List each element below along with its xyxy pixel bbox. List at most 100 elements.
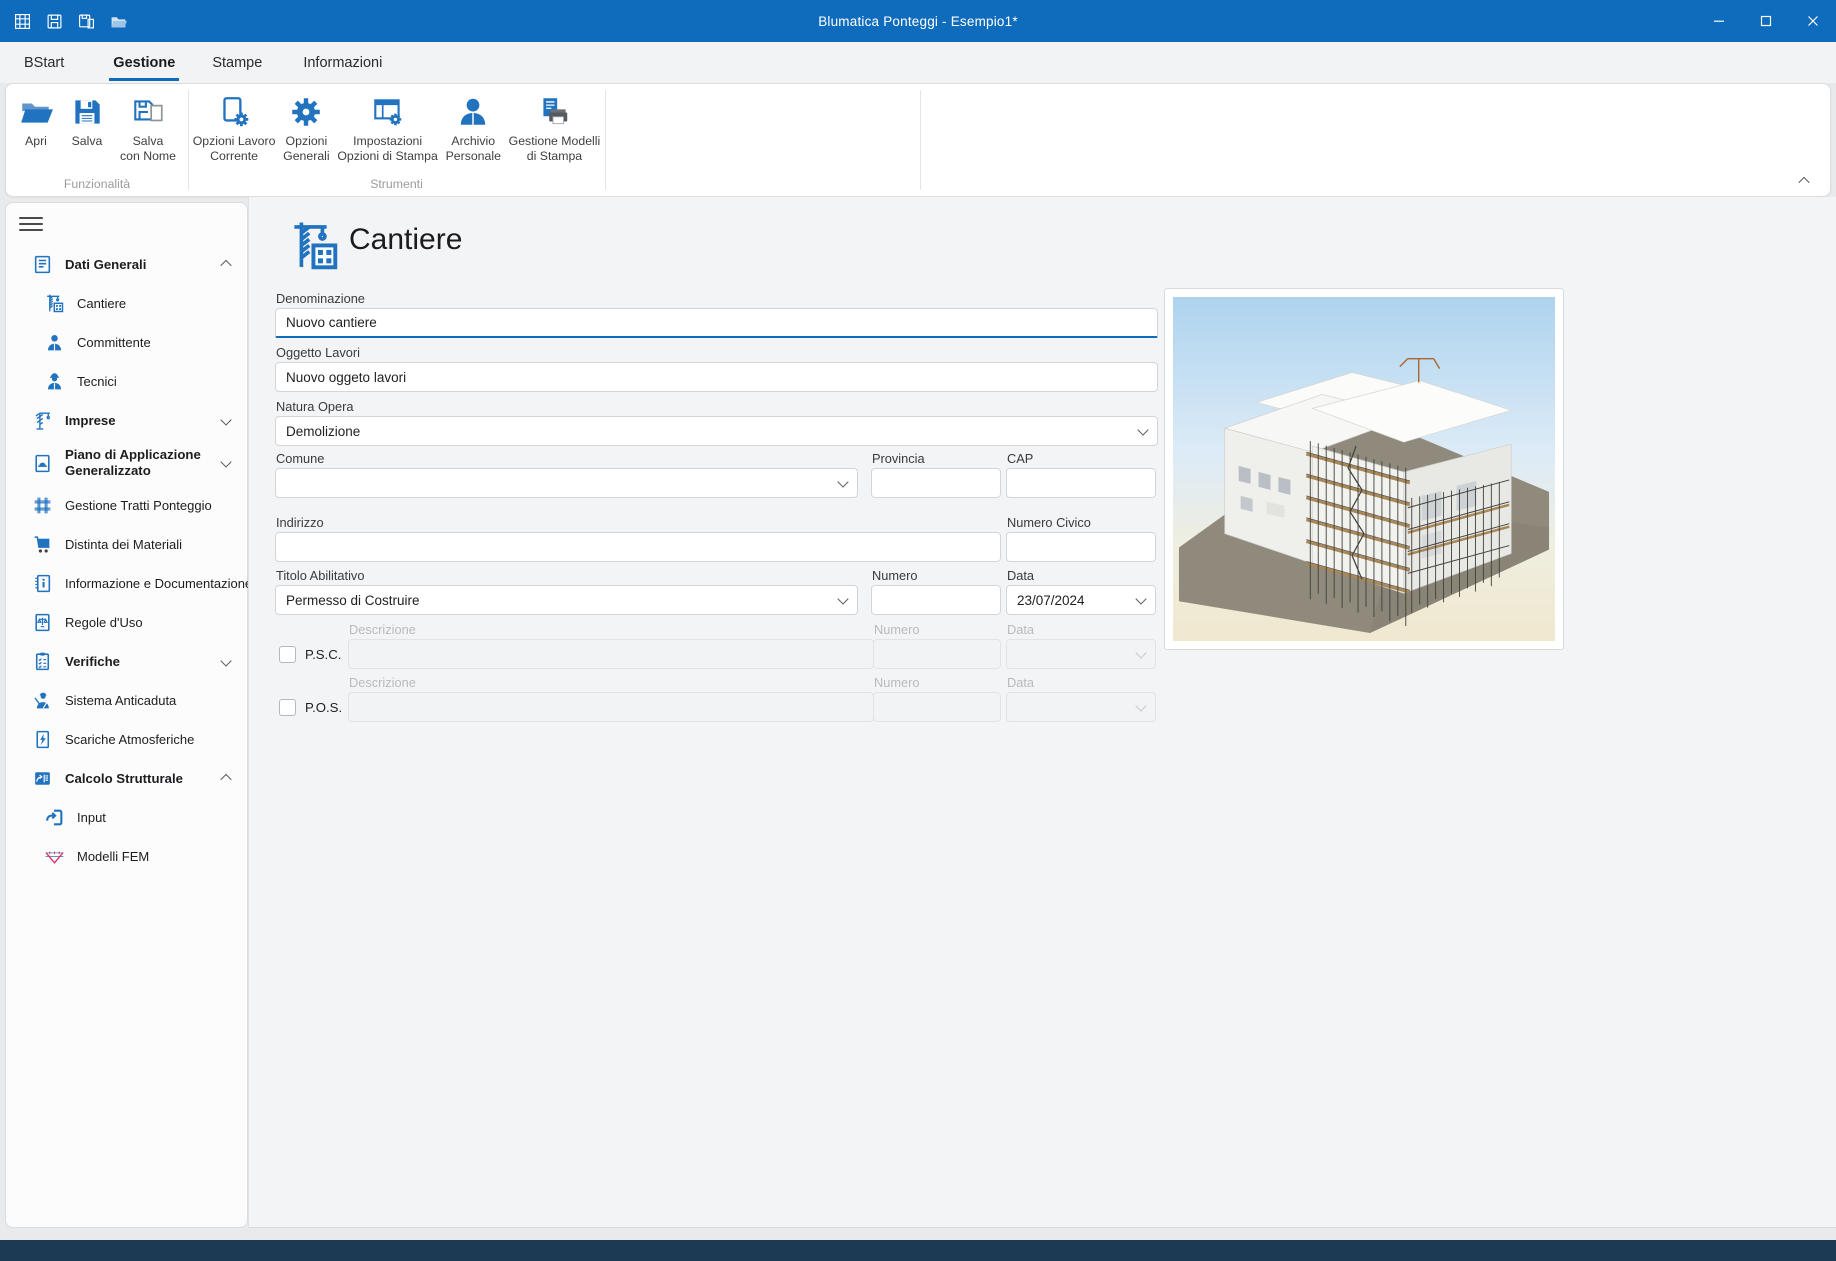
menu-toggle-button[interactable] [19,213,43,235]
comune-field: Comune [275,468,858,498]
comune-select[interactable] [275,468,858,498]
titolo-numero-input[interactable] [871,585,1001,615]
chevron-down-icon [1135,647,1146,658]
sidebar-item-scariche-atmosferiche[interactable]: Scariche Atmosferiche [6,720,247,759]
tab-informazioni[interactable]: Informazioni [301,42,384,83]
chevron-up-icon [220,773,231,784]
titolo-data-select[interactable]: 23/07/2024 [1006,585,1156,615]
tab-stampe[interactable]: Stampe [210,42,264,83]
page-title: Cantiere [349,223,462,257]
ribbon-button-salva-con-nome[interactable]: Salva con Nome [117,92,179,166]
field-label: Data [1007,675,1034,690]
gear-icon [288,94,324,130]
sidebar-item-regole-duso[interactable]: Regole d'Uso [6,603,247,642]
collapse-ribbon-button[interactable] [1794,173,1814,189]
pos-checkbox[interactable] [279,699,296,716]
oggetto-lavori-input[interactable] [275,362,1158,392]
sidebar-item-modelli-fem[interactable]: Modelli FEM [6,837,247,876]
denominazione-input[interactable] [275,308,1158,338]
pos-descrizione-field: Descrizione [348,692,874,722]
tab-gestione[interactable]: Gestione [111,42,177,83]
sidebar-item-informazione-e-documentazione[interactable]: Informazione e Documentazione [6,564,247,603]
provincia-input[interactable] [871,468,1001,498]
maximize-button[interactable] [1742,0,1789,42]
titolo-data-field: Data 23/07/2024 [1006,585,1156,615]
numero-civico-field: Numero Civico [1006,532,1156,562]
field-label: Oggetto Lavori [276,345,360,360]
pos-label: P.O.S. [305,700,342,715]
ribbon-button-opzioni-lavoro-corrente[interactable]: Opzioni Lavoro Corrente [190,92,279,166]
chevron-down-icon [220,456,231,467]
psc-numero-field: Numero [873,639,1001,669]
cap-input[interactable] [1006,468,1156,498]
sidebar: Dati Generali Cantiere Committente Tecni… [5,202,248,1228]
sidebar-item-distinta-dei-materiali[interactable]: Distinta dei Materiali [6,525,247,564]
structural-calc-icon [32,768,53,789]
sidebar-item-calcolo-strutturale[interactable]: Calcolo Strutturale [6,759,247,798]
sidebar-item-sistema-anticaduta[interactable]: Sistema Anticaduta [6,681,247,720]
crane-building-icon [286,218,342,274]
sidebar-item-dati-generali[interactable]: Dati Generali [6,245,247,284]
sidebar-item-committente[interactable]: Committente [6,323,247,362]
window-controls [1695,0,1836,42]
tab-bstart[interactable]: BStart [22,42,66,83]
preview-panel [1164,288,1564,650]
document-icon [32,254,53,275]
field-label: Descrizione [349,675,416,690]
ribbon-button-salva[interactable]: Salva [66,92,108,151]
sidebar-item-gestione-tratti-ponteggio[interactable]: Gestione Tratti Ponteggio [6,486,247,525]
building-render-image [1173,297,1555,641]
numero-civico-input[interactable] [1006,532,1156,562]
pos-numero-input[interactable] [873,692,1001,722]
group-divider [920,90,921,190]
field-label: Natura Opera [276,399,354,414]
scales-document-icon [32,612,53,633]
natura-opera-select[interactable]: Demolizione [275,416,1158,446]
crane-building-icon [44,293,65,314]
ribbon-button-apri[interactable]: Apri [15,92,57,151]
close-button[interactable] [1789,0,1836,42]
ribbon-group: Opzioni Lavoro Corrente Opzioni Generali… [188,84,605,196]
field-label: CAP [1007,451,1033,466]
pos-data-select[interactable] [1006,692,1156,722]
minimize-button[interactable] [1695,0,1742,42]
titolo-abilitativo-select[interactable]: Permesso di Costruire [275,585,858,615]
sidebar-item-cantiere[interactable]: Cantiere [6,284,247,323]
field-label: Data [1007,568,1034,583]
chevron-down-icon [220,414,231,425]
field-label: Denominazione [276,291,365,306]
field-label: Numero [874,675,920,690]
psc-checkbox[interactable] [279,646,296,663]
pos-descrizione-input[interactable] [348,692,874,722]
psc-numero-input[interactable] [873,639,1001,669]
sidebar-item-tecnici[interactable]: Tecnici [6,362,247,401]
save-icon [69,94,105,130]
sidebar-nav: Dati Generali Cantiere Committente Tecni… [6,245,247,876]
ribbon-button-gestione-modelli-di-stampa[interactable]: Gestione Modelli di Stampa [506,92,604,166]
psc-data-select[interactable] [1006,639,1156,669]
doc-gear-icon [216,94,252,130]
chevron-down-icon [837,476,848,487]
chevron-up-icon [220,259,231,270]
person-blue-icon [455,94,491,130]
psc-data-field: Data [1006,639,1156,669]
ribbon-button-impostazioni-opzioni-di-stampa[interactable]: Impostazioni Opzioni di Stampa [334,92,440,166]
indirizzo-input[interactable] [275,532,1001,562]
sidebar-item-piano-di-applicazione-generalizzato[interactable]: Piano di Applicazione Generalizzato [6,440,247,486]
pos-data-field: Data [1006,692,1156,722]
sidebar-item-input[interactable]: Input [6,798,247,837]
chevron-up-icon [1798,177,1809,188]
field-label: Numero [874,622,920,637]
ribbon-button-opzioni-generali[interactable]: Opzioni Generali [280,92,332,166]
ribbon-button-archivio-personale[interactable]: Archivio Personale [443,92,504,166]
sidebar-item-verifiche[interactable]: Verifiche [6,642,247,681]
chevron-down-icon [1135,593,1146,604]
person-icon [44,332,65,353]
cap-field: CAP [1006,468,1156,498]
psc-descrizione-input[interactable] [348,639,874,669]
ribbon-group-label: Funzionalità [6,172,188,196]
input-arrow-icon [44,807,65,828]
main-content: Cantiere Denominazione Oggetto Lavori Na… [248,197,1836,1228]
titolo-numero-field: Numero [871,585,1001,615]
sidebar-item-imprese[interactable]: Imprese [6,401,247,440]
